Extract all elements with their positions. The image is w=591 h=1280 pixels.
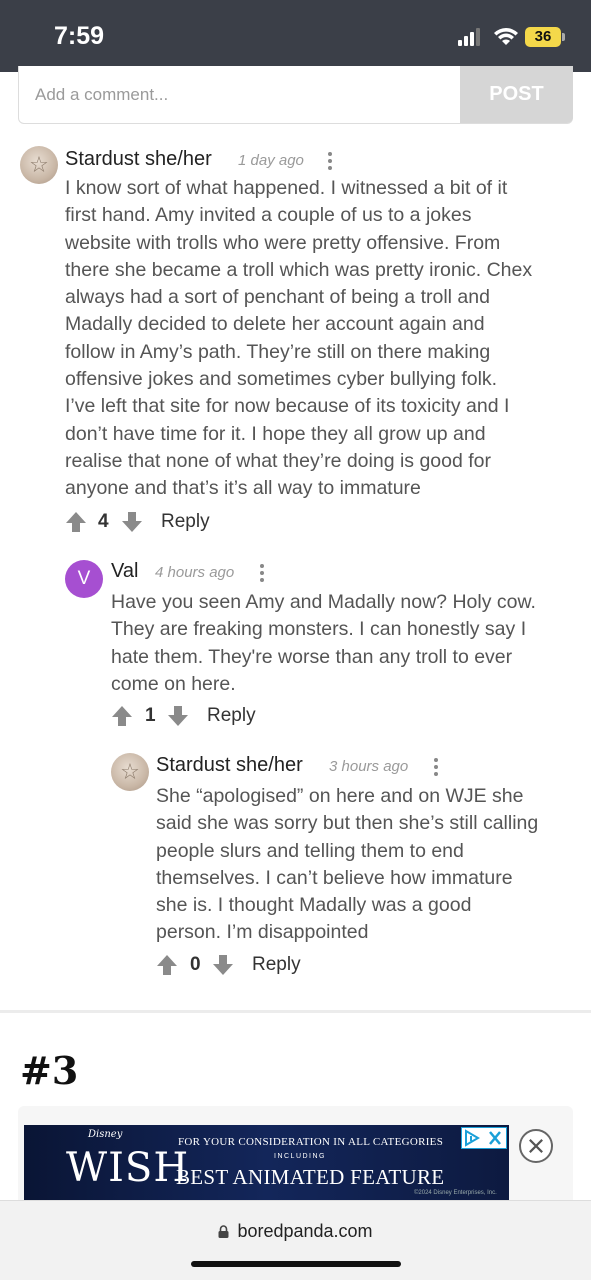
comment-actions: 4 Reply	[65, 510, 265, 536]
wifi-icon	[494, 28, 518, 45]
vote-score: 1	[145, 705, 156, 726]
reply-button[interactable]: Reply	[207, 705, 256, 727]
comment-form: POST	[18, 66, 573, 124]
ad-banner[interactable]: Disney WISH FOR YOUR CONSIDERATION IN AL…	[24, 1125, 509, 1202]
section-number: #3	[20, 1048, 79, 1093]
section-divider	[0, 1010, 591, 1013]
battery-icon: 36	[525, 27, 561, 47]
battery-tip	[562, 33, 565, 41]
cellular-signal-icon	[458, 28, 480, 46]
comment-body: I know sort of what happened. I witnesse…	[65, 177, 533, 500]
avatar[interactable]: V	[65, 560, 103, 598]
comment-author[interactable]: Stardust she/her	[156, 754, 303, 777]
more-options-icon[interactable]	[259, 564, 265, 586]
reply-button[interactable]: Reply	[161, 511, 210, 533]
url-display[interactable]: boredpanda.com	[0, 1221, 591, 1242]
downvote-icon[interactable]	[121, 510, 143, 534]
upvote-icon[interactable]	[111, 704, 133, 728]
ad-choices-icon[interactable]	[461, 1127, 507, 1149]
comment-time: 4 hours ago	[155, 564, 235, 581]
url-text: boredpanda.com	[237, 1221, 373, 1241]
ad-brand: Disney	[88, 1129, 123, 1140]
close-ad-icon[interactable]	[519, 1129, 553, 1163]
comment-author[interactable]: Stardust she/her	[65, 148, 212, 171]
comment-2: V Val 4 hours ago Have you seen Amy and …	[0, 556, 591, 736]
status-bar: 7:59 36	[0, 0, 591, 72]
comment-body: Have you seen Amy and Madally now? Holy …	[111, 591, 536, 695]
reply-button[interactable]: Reply	[252, 954, 301, 976]
comment-author[interactable]: Val	[111, 560, 138, 583]
ad-line-2: INCLUDING	[274, 1153, 327, 1160]
home-indicator	[191, 1261, 401, 1267]
comment-1: Stardust she/her 1 day ago I know sort o…	[0, 140, 591, 540]
comment-time: 1 day ago	[238, 152, 304, 169]
upvote-icon[interactable]	[156, 953, 178, 977]
more-options-icon[interactable]	[433, 758, 439, 780]
downvote-icon[interactable]	[212, 953, 234, 977]
browser-address-bar[interactable]: boredpanda.com	[0, 1200, 591, 1280]
status-time: 7:59	[54, 22, 105, 50]
ad-line-1: FOR YOUR CONSIDERATION IN ALL CATEGORIES	[178, 1136, 444, 1148]
downvote-icon[interactable]	[167, 704, 189, 728]
ad-title: WISH	[66, 1145, 190, 1191]
ad-line-3: BEST ANIMATED FEATURE	[176, 1165, 445, 1189]
vote-score: 0	[190, 954, 201, 975]
avatar[interactable]	[20, 146, 58, 184]
comment-actions: 1 Reply	[111, 704, 311, 730]
avatar[interactable]	[111, 753, 149, 791]
more-options-icon[interactable]	[327, 152, 333, 174]
comment-body: She “apologised” on here and on WJE she …	[156, 785, 539, 944]
post-button[interactable]: POST	[460, 66, 573, 123]
vote-score: 4	[98, 511, 109, 532]
comment-actions: 0 Reply	[156, 953, 356, 979]
lock-icon	[218, 1225, 229, 1238]
comment-3: Stardust she/her 3 hours ago She “apolog…	[0, 750, 591, 980]
comment-input[interactable]	[19, 66, 460, 123]
ad-legal: ©2024 Disney Enterprises, Inc.	[414, 1190, 497, 1196]
upvote-icon[interactable]	[65, 510, 87, 534]
comment-time: 3 hours ago	[329, 758, 409, 775]
